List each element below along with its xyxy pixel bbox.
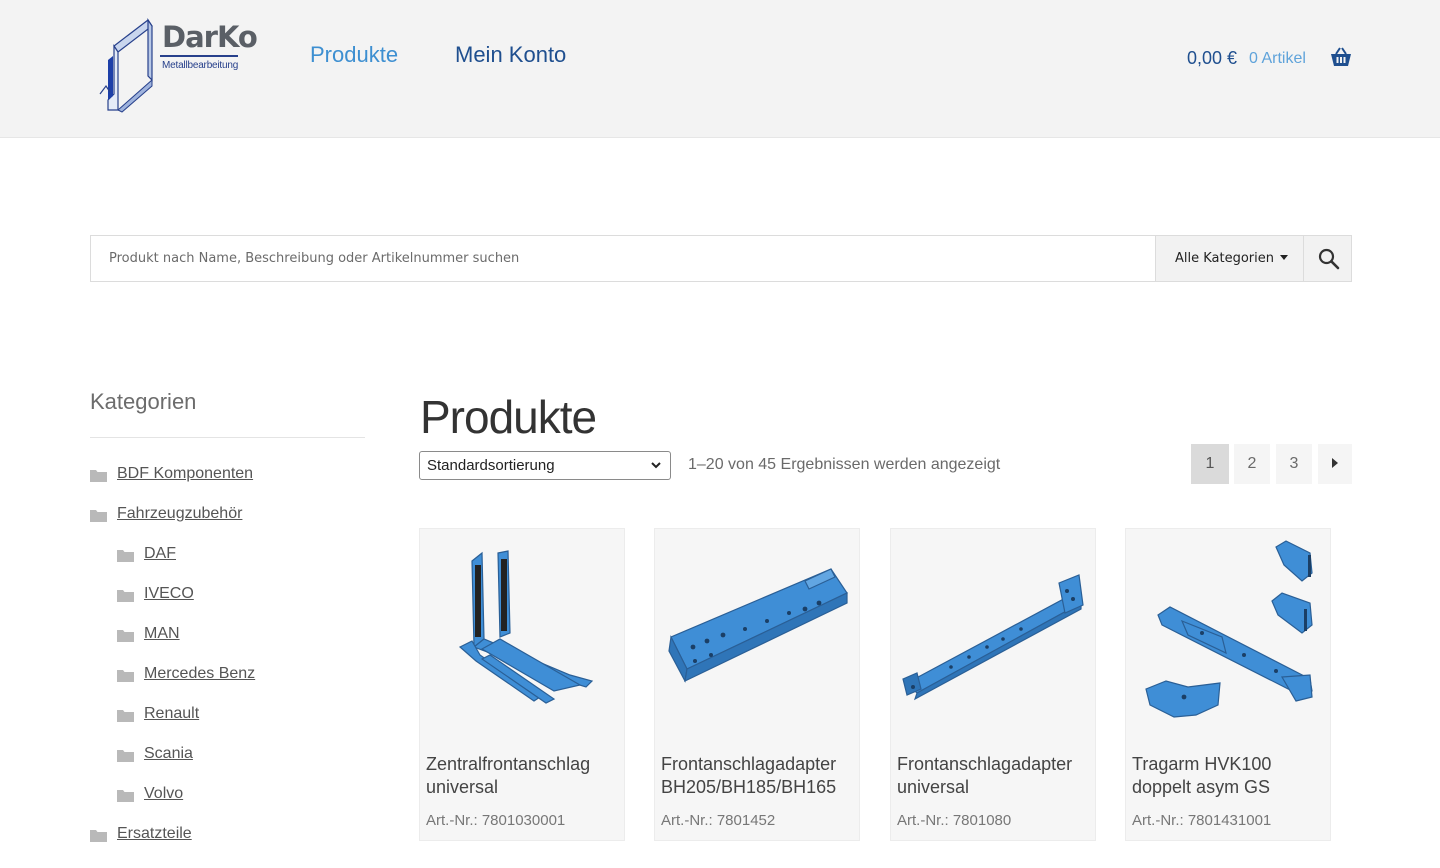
folder-icon [117, 710, 134, 722]
sidebar-item-label[interactable]: Mercedes Benz [144, 665, 255, 683]
search-icon [1318, 248, 1340, 270]
product-image[interactable] [420, 529, 624, 744]
pagination-page-1[interactable]: 1 [1191, 444, 1229, 484]
folder-icon [117, 670, 134, 682]
sidebar-title: Kategorien [90, 389, 197, 414]
product-card[interactable]: Frontanschlagadapter universal Art.-Nr.:… [890, 528, 1096, 841]
folder-icon [117, 750, 134, 762]
folder-icon [90, 830, 107, 842]
sort-select[interactable]: Standardsortierung [419, 451, 671, 480]
page-title: Produkte [420, 391, 597, 443]
pagination-page-2[interactable]: 2 [1234, 444, 1270, 484]
product-name[interactable]: Zentralfrontanschlag universal [426, 753, 622, 799]
folder-icon [117, 630, 134, 642]
product-name[interactable]: Tragarm HVK100 doppelt asym GS [1132, 753, 1328, 799]
sidebar-item-label[interactable]: Ersatzteile [117, 825, 192, 843]
product-card[interactable]: Zentralfrontanschlag universal Art.-Nr.:… [419, 528, 625, 841]
logo-name: DarKo [162, 20, 258, 54]
folder-icon [90, 510, 107, 522]
sidebar-item-label[interactable]: IVECO [144, 585, 194, 603]
nav-produkte[interactable]: Produkte [310, 42, 398, 68]
sort-select-value: Standardsortierung [427, 457, 555, 474]
sidebar-item-label[interactable]: BDF Komponenten [117, 465, 253, 483]
product-card[interactable]: Tragarm HVK100 doppelt asym GS Art.-Nr.:… [1125, 528, 1331, 841]
product-sku: Art.-Nr.: 7801452 [661, 812, 776, 829]
sidebar-item-label[interactable]: DAF [144, 545, 176, 563]
sidebar-item-label[interactable]: Fahrzeugzubehör [117, 505, 242, 523]
search-button[interactable] [1303, 236, 1351, 281]
sidebar-divider [90, 437, 365, 438]
darko-logo[interactable]: DarKo Metallbearbeitung [96, 16, 258, 116]
logo-underline [160, 55, 238, 57]
pagination-next[interactable] [1318, 444, 1352, 484]
product-sku: Art.-Nr.: 7801431001 [1132, 812, 1272, 829]
sidebar-item-label[interactable]: Volvo [144, 785, 183, 803]
folder-icon [117, 550, 134, 562]
basket-icon[interactable] [1329, 46, 1353, 68]
site-header: DarKo Metallbearbeitung Produkte Mein Ko… [0, 0, 1440, 138]
chevron-down-icon [651, 462, 661, 469]
cart-count[interactable]: 0 Artikel [1249, 50, 1306, 68]
caret-down-icon [1280, 255, 1289, 260]
sidebar-item-label[interactable]: Renault [144, 705, 199, 723]
folder-icon [90, 470, 107, 482]
product-sku: Art.-Nr.: 7801080 [897, 812, 1012, 829]
folder-icon [117, 790, 134, 802]
product-image[interactable] [1126, 529, 1330, 744]
product-name[interactable]: Frontanschlagadapter universal [897, 753, 1093, 799]
arrow-right-icon [1332, 458, 1338, 468]
logo-profile-icon [99, 18, 153, 113]
product-sku: Art.-Nr.: 7801030001 [426, 812, 566, 829]
search-input[interactable] [91, 236, 1155, 281]
cart-total[interactable]: 0,00 € [1187, 48, 1237, 69]
product-card[interactable]: Frontanschlagadapter BH205/BH185/BH165 A… [654, 528, 860, 841]
result-count: 1–20 von 45 Ergebnissen werden angezeigt [688, 456, 1001, 473]
category-dropdown-label: Alle Kategorien [1175, 251, 1275, 266]
folder-icon [117, 590, 134, 602]
search-bar: Alle Kategorien [90, 235, 1352, 282]
nav-mein-konto[interactable]: Mein Konto [455, 42, 566, 68]
product-image[interactable] [655, 529, 859, 744]
category-dropdown[interactable]: Alle Kategorien [1155, 236, 1303, 281]
sidebar-item-label[interactable]: Scania [144, 745, 193, 763]
product-name[interactable]: Frontanschlagadapter BH205/BH185/BH165 [661, 753, 857, 799]
product-image[interactable] [891, 529, 1095, 744]
sidebar-item-label[interactable]: MAN [144, 625, 180, 643]
logo-tagline: Metallbearbeitung [162, 60, 239, 71]
pagination-page-3[interactable]: 3 [1276, 444, 1312, 484]
